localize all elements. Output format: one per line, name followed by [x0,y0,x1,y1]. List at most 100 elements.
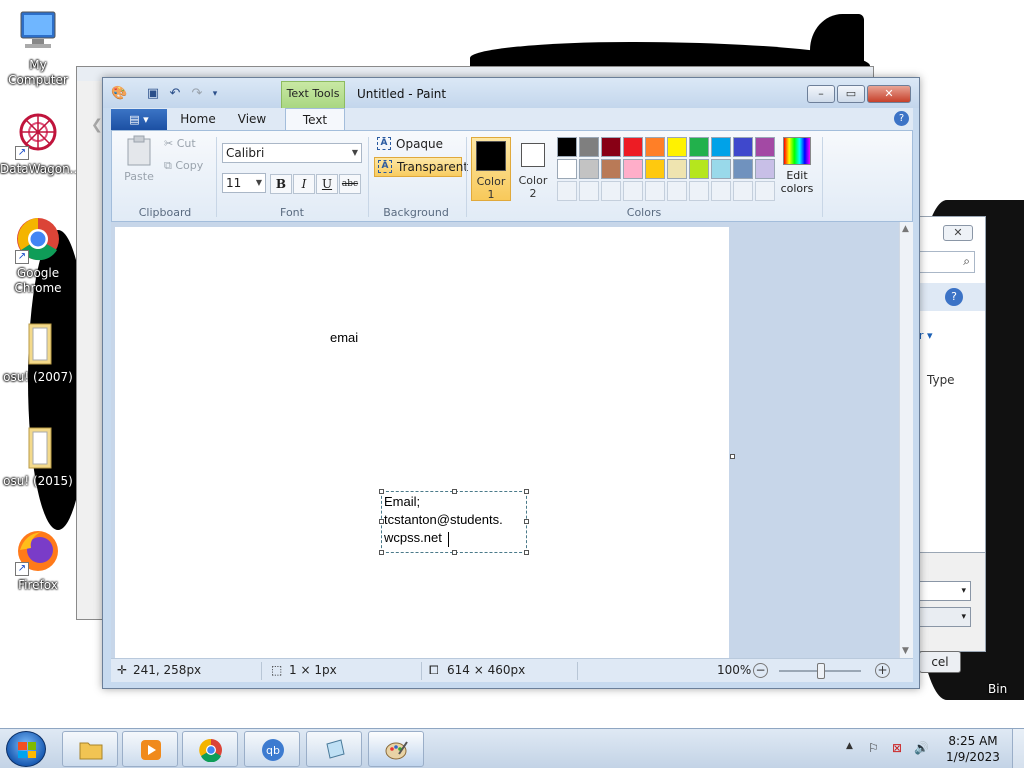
resize-handle[interactable] [524,489,529,494]
color-swatch[interactable] [601,137,621,157]
color-swatch[interactable] [755,159,775,179]
custom-color-slot[interactable] [711,181,731,201]
cut-button[interactable]: ✂ Cut [164,137,196,150]
undo-icon[interactable]: ↶ [167,86,183,102]
title-bar[interactable]: 🎨 ▣ ↶ ↷ ▾ Text Tools Untitled - Paint – … [103,78,919,108]
color-swatch[interactable] [557,159,577,179]
color-swatch[interactable] [733,137,753,157]
custom-color-slot[interactable] [579,181,599,201]
custom-color-slot[interactable] [623,181,643,201]
color-swatch[interactable] [755,137,775,157]
copy-button[interactable]: ⧉ Copy [164,159,203,173]
color-swatch[interactable] [623,159,643,179]
custom-color-slot[interactable] [689,181,709,201]
canvas-area[interactable]: emai Email; tcstanton@students. wcpss.ne… [111,222,913,658]
right-dialog-select-2[interactable]: ▾ [919,607,971,627]
volume-icon[interactable]: 🔊 [914,741,929,755]
recycle-bin-label[interactable]: Bin [988,682,1007,696]
help-icon[interactable]: ? [945,288,963,306]
resize-handle[interactable] [379,519,384,524]
tab-home[interactable]: Home [173,108,223,130]
save-icon[interactable]: ▣ [145,86,161,102]
color-swatch[interactable] [645,137,665,157]
tab-text[interactable]: Text [285,108,345,130]
show-desktop-button[interactable] [1012,729,1024,768]
color-swatch[interactable] [667,137,687,157]
font-size-select[interactable]: 11 ▼ [222,173,266,193]
color-swatch[interactable] [623,137,643,157]
customize-toolbar-icon[interactable]: ▾ [207,86,223,102]
taskbar-explorer[interactable] [62,731,118,767]
taskbar-notepad[interactable] [306,731,362,767]
desktop-icon-chrome[interactable]: ↗ Google Chrome [0,216,76,296]
color-swatch[interactable] [645,159,665,179]
right-dialog-close-button[interactable]: ✕ [943,225,973,241]
desktop-icon-datawagon[interactable]: ↗ DataWagon... [0,112,81,177]
resize-handle[interactable] [452,489,457,494]
close-button[interactable]: ✕ [867,85,911,103]
network-icon[interactable]: ⊠ [892,741,902,755]
file-menu-button[interactable]: ▤ ▾ [111,109,167,130]
custom-color-slot[interactable] [733,181,753,201]
taskbar-qbittorrent[interactable]: qb [244,731,300,767]
action-center-icon[interactable]: ⚐ [868,741,879,755]
color-swatch[interactable] [557,137,577,157]
resize-handle[interactable] [452,550,457,555]
desktop-icon-osu-2015[interactable]: osu! (2015) [0,424,76,489]
right-dialog-type-column[interactable]: Type [927,373,955,387]
resize-handle[interactable] [524,550,529,555]
minimize-button[interactable]: – [807,85,835,103]
custom-color-slot[interactable] [557,181,577,201]
right-dialog-select-1[interactable]: ▾ [919,581,971,601]
maximize-button[interactable]: ▭ [837,85,865,103]
tab-view[interactable]: View [227,108,277,130]
resize-handle[interactable] [379,550,384,555]
desktop-icon-firefox[interactable]: ↗ Firefox [0,528,76,593]
font-family-select[interactable]: Calibri ▼ [222,143,362,163]
custom-color-slot[interactable] [667,181,687,201]
custom-color-slot[interactable] [755,181,775,201]
zoom-slider-thumb[interactable] [817,663,825,679]
right-dialog-cancel-button[interactable]: cel [919,651,961,673]
custom-color-slot[interactable] [645,181,665,201]
right-dialog-dropdown-arrow[interactable]: r ▾ [919,329,933,342]
edit-colors-button[interactable]: Edit colors [778,137,816,195]
scroll-down-icon[interactable]: ▼ [902,646,909,656]
underline-button[interactable]: U [316,174,338,194]
color-swatch[interactable] [579,159,599,179]
paste-button[interactable]: Paste [118,135,160,185]
color-swatch[interactable] [667,159,687,179]
zoom-in-button[interactable]: + [875,663,890,678]
transparent-option[interactable]: A Transparent [374,157,468,177]
clock[interactable]: 8:25 AM 1/9/2023 [942,733,1004,765]
color2-button[interactable]: Color 2 [513,137,553,201]
color-swatch[interactable] [711,159,731,179]
show-hidden-icons[interactable]: ▲ [846,741,853,751]
color-swatch[interactable] [711,137,731,157]
resize-handle[interactable] [379,489,384,494]
desktop-icon-my-computer[interactable]: My Computer [0,8,76,88]
help-icon[interactable]: ? [894,111,909,126]
zoom-out-button[interactable]: − [753,663,768,678]
vertical-scrollbar[interactable]: ▲ ▼ [899,222,913,658]
scroll-up-icon[interactable]: ▲ [902,224,909,234]
paint-app-icon[interactable]: 🎨 [111,86,127,102]
color-swatch[interactable] [689,137,709,157]
strikethrough-button[interactable]: abc [339,174,361,194]
custom-color-slot[interactable] [601,181,621,201]
canvas-resize-handle[interactable] [730,454,735,459]
right-dialog-search[interactable]: ⌕ [919,251,975,273]
drawing-canvas[interactable]: emai Email; tcstanton@students. wcpss.ne… [115,227,729,658]
italic-button[interactable]: I [293,174,315,194]
taskbar-media-player[interactable] [122,731,178,767]
color-swatch[interactable] [601,159,621,179]
redo-icon[interactable]: ↷ [189,86,205,102]
taskbar-paint[interactable] [368,731,424,767]
resize-handle[interactable] [524,519,529,524]
opaque-option[interactable]: A Opaque [374,135,458,155]
color-swatch[interactable] [689,159,709,179]
start-button[interactable] [6,731,46,767]
color-swatch[interactable] [733,159,753,179]
color-swatch[interactable] [579,137,599,157]
color1-button[interactable]: Color 1 [471,137,511,201]
